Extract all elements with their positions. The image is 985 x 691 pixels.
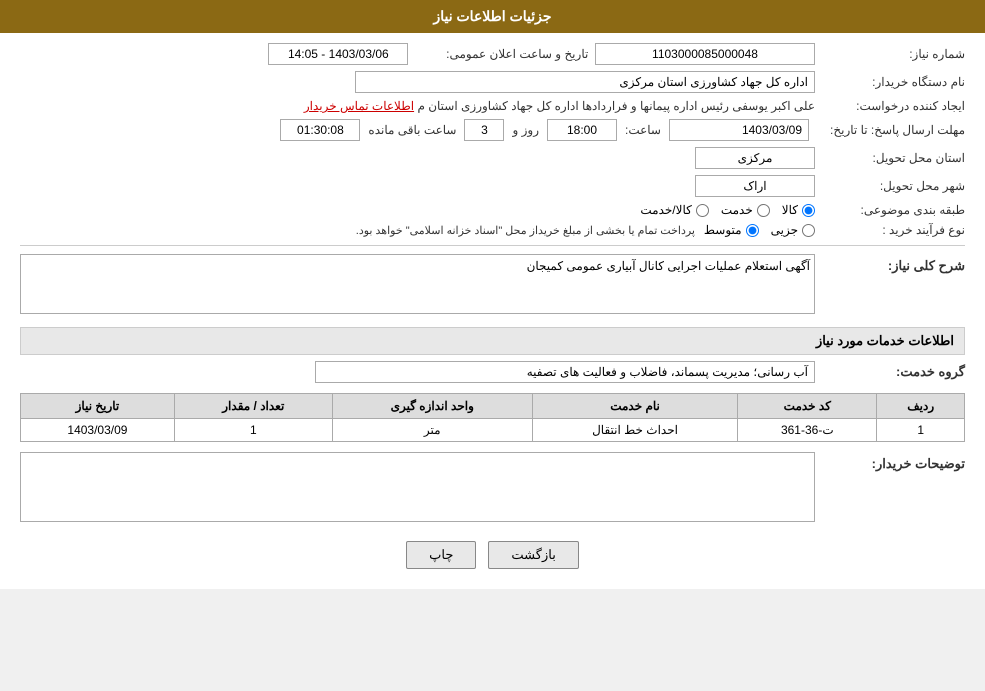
ijad-konande-label: ایجاد کننده درخواست: (815, 99, 965, 113)
radio-kala: کالا (782, 203, 815, 217)
ijad-konande-row: ایجاد کننده درخواست: علی اکبر یوسفی رئیس… (20, 99, 965, 113)
tozihat-textarea[interactable] (20, 452, 815, 522)
process-row: نوع فرآیند خرید : جزیی متوسط پرداخت تمام… (20, 223, 965, 237)
cell-unit: متر (332, 419, 532, 442)
tozihat-label: توضیحات خریدار: (815, 452, 965, 472)
radio-jozi-input[interactable] (802, 224, 815, 237)
mohlat-mande-input[interactable] (280, 119, 360, 141)
cell-count: 1 (174, 419, 332, 442)
sharh-content (20, 254, 815, 317)
shahr-row: شهر محل تحویل: (20, 175, 965, 197)
col-unit: واحد اندازه گیری (332, 394, 532, 419)
mande-label: ساعت باقی مانده (368, 123, 456, 137)
mohlat-rooz-input[interactable] (464, 119, 504, 141)
tarikh-label: تاریخ و ساعت اعلان عمومی: (408, 47, 588, 61)
table-header-row: ردیف کد خدمت نام خدمت واحد اندازه گیری ت… (21, 394, 965, 419)
mohlat-label: مهلت ارسال پاسخ: تا تاریخ: (815, 123, 965, 137)
radio-jozi: جزیی (771, 223, 815, 237)
sharh-label: شرح کلی نیاز: (815, 254, 965, 274)
divider1 (20, 245, 965, 246)
process-radio-group: جزیی متوسط (695, 223, 815, 237)
mohlat-saat-input[interactable] (547, 119, 617, 141)
ijad-konande-value: علی اکبر یوسفی رئیس اداره پیمانها و فرار… (417, 99, 815, 113)
table-section: ردیف کد خدمت نام خدمت واحد اندازه گیری ت… (20, 393, 965, 442)
mohlat-inner: ساعت: روز و ساعت باقی مانده (280, 119, 809, 141)
services-table: ردیف کد خدمت نام خدمت واحد اندازه گیری ت… (20, 393, 965, 442)
radio-kala-label: کالا (782, 203, 798, 217)
tozihat-content (20, 452, 815, 525)
radio-kala-khedmat-input[interactable] (696, 204, 709, 217)
link-tamas[interactable]: اطلاعات تماس خریدار (304, 99, 414, 113)
process-note: پرداخت تمام یا بخشی از مبلغ خریداز محل "… (20, 224, 695, 237)
print-button[interactable]: چاپ (406, 541, 476, 569)
shahr-input[interactable] (695, 175, 815, 197)
ostan-row: استان محل تحویل: (20, 147, 965, 169)
content-area: شماره نیاز: تاریخ و ساعت اعلان عمومی: نا… (0, 33, 985, 589)
page-wrapper: جزئیات اطلاعات نیاز شماره نیاز: تاریخ و … (0, 0, 985, 589)
radio-motovaset-label: متوسط (704, 223, 742, 237)
buttons-row: بازگشت چاپ (20, 541, 965, 569)
cell-radif: 1 (877, 419, 965, 442)
group-service-value: آب رسانی؛ مدیریت پسماند، فاضلاب و فعالیت… (315, 361, 815, 383)
shahr-label: شهر محل تحویل: (815, 179, 965, 193)
cell-code: ت-36-361 (738, 419, 877, 442)
shomare-tarikh-row: شماره نیاز: تاریخ و ساعت اعلان عمومی: (20, 43, 965, 65)
table-row: 1 ت-36-361 احداث خط انتقال متر 1 1403/03… (21, 419, 965, 442)
col-radif: ردیف (877, 394, 965, 419)
tabaqe-label: طبقه بندی موضوعی: (815, 203, 965, 217)
col-code: کد خدمت (738, 394, 877, 419)
process-label: نوع فرآیند خرید : (815, 223, 965, 237)
cell-date: 1403/03/09 (21, 419, 175, 442)
tabaqe-row: طبقه بندی موضوعی: کالا خدمت کالا/خدمت (20, 203, 965, 217)
mohlat-row: مهلت ارسال پاسخ: تا تاریخ: ساعت: روز و س… (20, 119, 965, 141)
info-section-title: اطلاعات خدمات مورد نیاز (20, 327, 965, 355)
radio-motovaset: متوسط (704, 223, 759, 237)
ostan-input[interactable] (695, 147, 815, 169)
radio-kala-input[interactable] (802, 204, 815, 217)
cell-name: احداث خط انتقال (532, 419, 737, 442)
col-name: نام خدمت (532, 394, 737, 419)
page-title: جزئیات اطلاعات نیاز (433, 8, 551, 24)
shomare-niaz-label: شماره نیاز: (815, 47, 965, 61)
radio-khedmat: خدمت (721, 203, 770, 217)
rooz-label: روز و (512, 123, 539, 137)
radio-khedmat-input[interactable] (757, 204, 770, 217)
group-service-row: گروه خدمت: آب رسانی؛ مدیریت پسماند، فاضل… (20, 361, 965, 383)
name-dastgah-label: نام دستگاه خریدار: (815, 75, 965, 89)
tabaqe-radio-group: کالا خدمت کالا/خدمت (640, 203, 815, 217)
sharh-textarea[interactable] (20, 254, 815, 314)
group-service-label: گروه خدمت: (815, 364, 965, 380)
shomare-niaz-input[interactable] (595, 43, 815, 65)
radio-khedmat-label: خدمت (721, 203, 753, 217)
mohlat-date-input[interactable] (669, 119, 809, 141)
tozihat-row: توضیحات خریدار: (20, 452, 965, 525)
name-dastgah-row: نام دستگاه خریدار: (20, 71, 965, 93)
sharh-row: شرح کلی نیاز: (20, 254, 965, 317)
ostan-label: استان محل تحویل: (815, 151, 965, 165)
tarikh-input[interactable] (268, 43, 408, 65)
radio-kala-khedmat-label: کالا/خدمت (640, 203, 691, 217)
back-button[interactable]: بازگشت (488, 541, 578, 569)
col-date: تاریخ نیاز (21, 394, 175, 419)
page-header: جزئیات اطلاعات نیاز (0, 0, 985, 33)
radio-jozi-label: جزیی (771, 223, 798, 237)
radio-kala-khedmat: کالا/خدمت (640, 203, 708, 217)
saat-label: ساعت: (625, 123, 661, 137)
name-dastgah-input[interactable] (355, 71, 815, 93)
col-count: تعداد / مقدار (174, 394, 332, 419)
radio-motovaset-input[interactable] (746, 224, 759, 237)
